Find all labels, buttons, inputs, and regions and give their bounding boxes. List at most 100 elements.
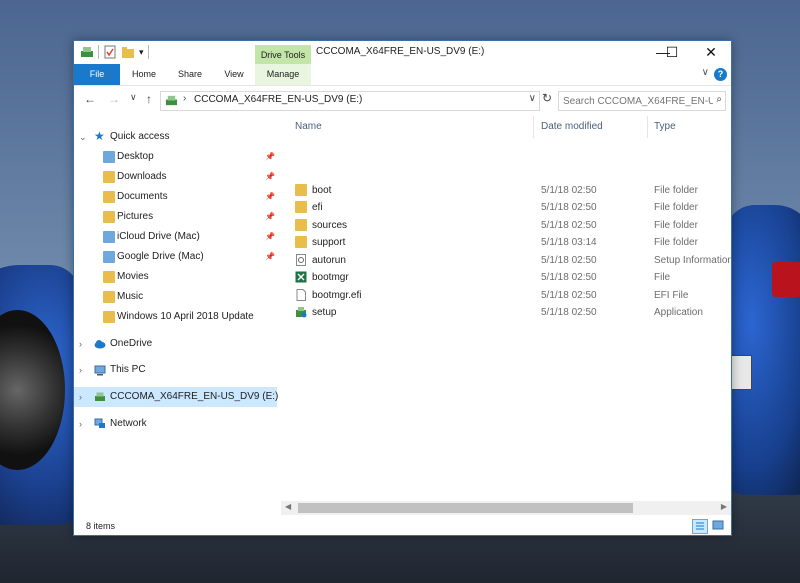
address-dropdown-icon[interactable]: ∨ bbox=[529, 93, 536, 104]
up-button[interactable]: ↑ bbox=[146, 92, 152, 106]
forward-button[interactable]: → bbox=[108, 92, 120, 106]
chevron-right-icon[interactable]: › bbox=[79, 360, 82, 380]
nav-this-pc[interactable]: › This PC bbox=[74, 360, 281, 380]
file-row-efi[interactable]: efi 5/1/18 02:50 File folder bbox=[295, 199, 731, 216]
cloud-icon bbox=[94, 340, 106, 349]
nav-item-documents[interactable]: Documents 📌 bbox=[74, 187, 281, 207]
nav-label: Documents bbox=[117, 191, 168, 202]
file-row-bootmgr[interactable]: bootmgr 5/1/18 02:50 File bbox=[295, 269, 731, 286]
scroll-right-icon[interactable]: ▶ bbox=[721, 502, 727, 511]
nav-item-downloads[interactable]: Downloads 📌 bbox=[74, 167, 281, 187]
nav-item-movies[interactable]: Movies bbox=[74, 267, 281, 287]
nav-label: CCCOMA_X64FRE_EN-US_DV9 (E:) bbox=[110, 391, 279, 402]
tab-share[interactable]: Share bbox=[170, 64, 210, 85]
pin-icon[interactable]: 📌 bbox=[265, 227, 275, 247]
address-bar-row: ← → ∨ ↑ › CCCOMA_X64FRE_EN-US_DV9 (E:) ∨… bbox=[74, 86, 731, 114]
horizontal-scrollbar[interactable]: ◀ ▶ bbox=[281, 501, 731, 515]
nav-label: This PC bbox=[110, 364, 146, 375]
file-row-boot[interactable]: boot 5/1/18 02:50 File folder bbox=[295, 182, 731, 199]
item-count: 8 items bbox=[86, 521, 116, 531]
nav-item-pictures[interactable]: Pictures 📌 bbox=[74, 207, 281, 227]
file-type: File folder bbox=[654, 185, 698, 196]
nav-onedrive[interactable]: › OneDrive bbox=[74, 334, 281, 354]
address-box[interactable]: › CCCOMA_X64FRE_EN-US_DV9 (E:) ∨ bbox=[160, 91, 540, 111]
nav-item-windows-update[interactable]: Windows 10 April 2018 Update bbox=[74, 307, 281, 327]
file-row-support[interactable]: support 5/1/18 03:14 File folder bbox=[295, 234, 731, 251]
chevron-right-icon[interactable]: › bbox=[79, 334, 82, 354]
back-button[interactable]: ← bbox=[84, 92, 96, 106]
tab-file[interactable]: File bbox=[74, 64, 120, 85]
drive-tools-label: Drive Tools bbox=[255, 45, 311, 65]
new-folder-icon[interactable] bbox=[121, 45, 135, 59]
pin-icon[interactable]: 📌 bbox=[265, 247, 275, 267]
wallpaper-taillight bbox=[772, 262, 800, 297]
nav-item-google-drive[interactable]: Google Drive (Mac) 📌 bbox=[74, 247, 281, 267]
pin-icon[interactable]: 📌 bbox=[265, 147, 275, 167]
column-divider[interactable] bbox=[533, 116, 534, 138]
file-row-setup[interactable]: setup 5/1/18 02:50 Application bbox=[295, 304, 731, 321]
breadcrumb-separator[interactable]: › bbox=[183, 93, 186, 104]
pin-icon[interactable]: 📌 bbox=[265, 167, 275, 187]
pin-icon[interactable]: 📌 bbox=[265, 207, 275, 227]
close-button[interactable]: ✕ bbox=[688, 41, 734, 64]
file-type: Setup Information bbox=[654, 255, 731, 266]
downloads-folder-icon bbox=[103, 171, 115, 183]
nav-item-icloud-drive[interactable]: iCloud Drive (Mac) 📌 bbox=[74, 227, 281, 247]
file-date: 5/1/18 02:50 bbox=[541, 272, 597, 283]
column-header-name[interactable]: Name bbox=[295, 116, 322, 138]
nav-label: Windows 10 April 2018 Update bbox=[117, 311, 254, 322]
nav-quick-access[interactable]: ⌄ ★ Quick access bbox=[74, 127, 281, 147]
pin-icon[interactable]: 📌 bbox=[265, 187, 275, 207]
file-name: bootmgr.efi bbox=[312, 290, 362, 301]
file-type: Application bbox=[654, 307, 703, 318]
scrollbar-thumb[interactable] bbox=[298, 503, 633, 513]
ribbon-tabs: File Home Share View Manage ∨ ? bbox=[74, 64, 731, 86]
qat-dropdown-icon[interactable]: ▾ bbox=[139, 47, 144, 58]
refresh-button[interactable]: ↻ bbox=[539, 91, 555, 109]
file-date: 5/1/18 03:14 bbox=[541, 237, 597, 248]
file-type: EFI File bbox=[654, 290, 689, 301]
sort-ascending-icon: ^ bbox=[409, 116, 413, 121]
qat-separator bbox=[98, 45, 99, 59]
column-divider[interactable] bbox=[647, 116, 648, 138]
chevron-right-icon[interactable]: › bbox=[79, 414, 82, 434]
file-name: support bbox=[312, 237, 346, 248]
nav-network[interactable]: › Network bbox=[74, 414, 281, 434]
nav-item-music[interactable]: Music bbox=[74, 287, 281, 307]
nav-drive-e[interactable]: › CCCOMA_X64FRE_EN-US_DV9 (E:) bbox=[74, 387, 279, 407]
help-icon[interactable]: ? bbox=[714, 68, 727, 81]
tab-manage[interactable]: Manage bbox=[255, 64, 311, 85]
tab-view[interactable]: View bbox=[214, 64, 254, 85]
column-header-type[interactable]: Type bbox=[654, 116, 676, 138]
file-name: sources bbox=[312, 220, 348, 231]
file-row-bootmgr-efi[interactable]: bootmgr.efi 5/1/18 02:50 EFI File bbox=[295, 287, 731, 304]
nav-label: Desktop bbox=[117, 151, 154, 162]
tab-home[interactable]: Home bbox=[124, 64, 164, 85]
file-date: 5/1/18 02:50 bbox=[541, 202, 597, 213]
large-icons-view-icon[interactable] bbox=[711, 519, 725, 532]
nav-item-desktop[interactable]: Desktop 📌 bbox=[74, 147, 281, 167]
breadcrumb-path[interactable]: CCCOMA_X64FRE_EN-US_DV9 (E:) bbox=[194, 94, 362, 105]
expand-ribbon-icon[interactable]: ∨ bbox=[702, 67, 709, 78]
folder-icon bbox=[295, 201, 307, 213]
chevron-down-icon[interactable]: ⌄ bbox=[79, 127, 87, 147]
search-input[interactable] bbox=[559, 92, 717, 110]
google-drive-folder-icon bbox=[103, 251, 115, 263]
recent-locations-button[interactable]: ∨ bbox=[130, 92, 137, 103]
drive-icon bbox=[165, 95, 178, 106]
scroll-left-icon[interactable]: ◀ bbox=[285, 502, 291, 511]
details-view-icon[interactable] bbox=[692, 519, 708, 534]
search-icon[interactable]: ⌕ bbox=[716, 94, 722, 105]
column-header-date[interactable]: Date modified bbox=[541, 116, 603, 138]
file-date: 5/1/18 02:50 bbox=[541, 185, 597, 196]
wallpaper-plate bbox=[730, 355, 752, 390]
search-box[interactable]: ⌕ bbox=[558, 91, 726, 111]
drive-icon[interactable] bbox=[80, 45, 94, 59]
file-name: boot bbox=[312, 185, 332, 196]
excel-file-icon bbox=[295, 271, 307, 283]
navigation-pane: ⌄ ★ Quick access Desktop 📌 Downloads 📌 D… bbox=[74, 116, 281, 516]
properties-icon[interactable] bbox=[103, 45, 117, 59]
file-row-autorun[interactable]: autorun 5/1/18 02:50 Setup Information bbox=[295, 252, 731, 269]
chevron-right-icon[interactable]: › bbox=[79, 387, 82, 407]
file-row-sources[interactable]: sources 5/1/18 02:50 File folder bbox=[295, 217, 731, 234]
